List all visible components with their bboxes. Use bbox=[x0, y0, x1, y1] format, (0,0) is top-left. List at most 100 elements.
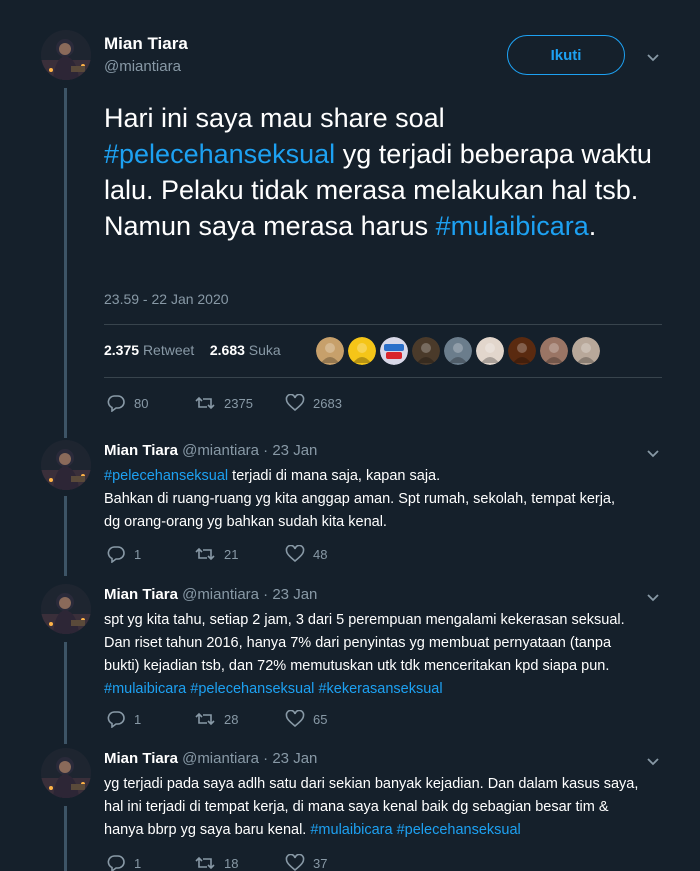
like-button[interactable]: 65 bbox=[285, 710, 327, 728]
retweet-button[interactable]: 21 bbox=[194, 545, 238, 563]
retweet-icon bbox=[195, 712, 215, 726]
hashtag-link[interactable]: #pelecehanseksual bbox=[190, 681, 314, 697]
liker-avatar[interactable] bbox=[540, 337, 568, 365]
hashtag-link[interactable]: #mulaibicara bbox=[436, 211, 589, 241]
reply-button[interactable]: 1 bbox=[106, 710, 141, 728]
reply-button[interactable]: 1 bbox=[106, 545, 141, 563]
tweet-text-segment: dg orang-orang yg bahkan sudah kita kena… bbox=[104, 514, 387, 530]
retweet-icon bbox=[195, 547, 215, 561]
reply-button[interactable]: 80 bbox=[106, 394, 148, 412]
tweet-timestamp[interactable]: 23.59 - 22 Jan 2020 bbox=[104, 291, 229, 307]
author-name[interactable]: Mian Tiara bbox=[104, 442, 178, 459]
liker-avatar[interactable] bbox=[476, 337, 504, 365]
hashtag-link[interactable]: #pelecehanseksual bbox=[104, 468, 228, 484]
reply-header: Mian Tiara @miantiara · 23 Jan bbox=[104, 586, 317, 603]
tweet-text-segment: . bbox=[588, 211, 597, 241]
reply-button[interactable]: 1 bbox=[106, 854, 141, 871]
tweet-text-line: #pelecehanseksual terjadi di mana saja, … bbox=[104, 465, 674, 488]
author-meta[interactable]: @miantiara · 23 Jan bbox=[178, 442, 317, 459]
author-name[interactable]: Mian Tiara bbox=[104, 34, 188, 54]
reply-icon bbox=[107, 855, 125, 871]
retweet-count[interactable]: 2.375 bbox=[104, 342, 139, 358]
avatar[interactable] bbox=[41, 584, 91, 634]
like-button[interactable]: 48 bbox=[285, 545, 327, 563]
tweet-text-segment: yg terjadi pada saya adlh satu dari seki… bbox=[104, 776, 639, 792]
chevron-down-icon[interactable] bbox=[645, 49, 661, 65]
liker-avatar[interactable] bbox=[412, 337, 440, 365]
tweet-text-segment: bukti) kejadian tsb, dan 72% memutuskan … bbox=[104, 658, 610, 674]
likers-row bbox=[316, 337, 600, 365]
thread-line bbox=[64, 496, 67, 576]
tweet-text-line: Dan riset tahun 2016, hanya 7% dari peny… bbox=[104, 632, 674, 655]
retweet-button[interactable]: 2375 bbox=[194, 394, 253, 412]
tweet-text: #pelecehanseksual terjadi di mana saja, … bbox=[104, 465, 674, 534]
tweet-text-segment: hanya bbrp yg saya baru kenal. bbox=[104, 822, 311, 838]
reply-header: Mian Tiara @miantiara · 23 Jan bbox=[104, 442, 317, 459]
retweet-label[interactable]: Retweet bbox=[143, 342, 194, 358]
tweet-text-line: hal ini terjadi di tempat kerja, di mana… bbox=[104, 796, 674, 819]
heart-icon bbox=[285, 710, 305, 728]
tweet-text-segment: Hari ini saya mau share soal bbox=[104, 103, 445, 133]
liker-avatar[interactable] bbox=[348, 337, 376, 365]
reply-count: 1 bbox=[134, 546, 142, 562]
like-count[interactable]: 2.683 bbox=[210, 342, 245, 358]
thread-line bbox=[64, 642, 67, 744]
chevron-down-icon[interactable] bbox=[645, 589, 661, 605]
tweet-text-line: hanya bbrp yg saya baru kenal. #mulaibic… bbox=[104, 819, 674, 842]
avatar[interactable] bbox=[41, 30, 91, 80]
follow-button[interactable]: Ikuti bbox=[507, 35, 625, 75]
reply-icon bbox=[107, 395, 125, 412]
thread-line bbox=[64, 88, 67, 438]
heart-icon bbox=[285, 854, 305, 871]
retweet-count: 21 bbox=[224, 546, 239, 562]
hashtag-link[interactable]: #kekerasanseksual bbox=[318, 681, 442, 697]
reply-icon bbox=[107, 546, 125, 563]
liker-avatar[interactable] bbox=[572, 337, 600, 365]
like-label[interactable]: Suka bbox=[249, 342, 281, 358]
engagement-stats: 2.375 Retweet 2.683 Suka bbox=[104, 342, 281, 358]
reply-icon bbox=[107, 711, 125, 728]
like-count-action: 2683 bbox=[313, 395, 342, 411]
like-button[interactable]: 37 bbox=[285, 854, 327, 871]
hashtag-link[interactable]: #mulaibicara bbox=[310, 822, 392, 838]
divider bbox=[104, 324, 662, 325]
heart-icon bbox=[285, 545, 305, 563]
liker-avatar[interactable] bbox=[444, 337, 472, 365]
hashtag-link[interactable]: #mulaibicara bbox=[104, 681, 186, 697]
author-meta[interactable]: @miantiara · 23 Jan bbox=[178, 586, 317, 603]
retweet-button[interactable]: 28 bbox=[194, 710, 238, 728]
reply-count: 1 bbox=[134, 855, 142, 871]
heart-icon bbox=[285, 394, 305, 412]
author-name[interactable]: Mian Tiara bbox=[104, 586, 178, 603]
retweet-icon bbox=[195, 856, 215, 870]
tweet-text-line: dg orang-orang yg bahkan sudah kita kena… bbox=[104, 511, 674, 534]
hashtag-link[interactable]: #pelecehanseksual bbox=[397, 822, 521, 838]
chevron-down-icon[interactable] bbox=[645, 753, 661, 769]
author-name[interactable]: Mian Tiara bbox=[104, 750, 178, 767]
tweet-text-segment: spt yg kita tahu, setiap 2 jam, 3 dari 5… bbox=[104, 612, 625, 628]
tweet-text: spt yg kita tahu, setiap 2 jam, 3 dari 5… bbox=[104, 609, 674, 701]
like-count: 48 bbox=[313, 546, 328, 562]
tweet-text-segment: Dan riset tahun 2016, hanya 7% dari peny… bbox=[104, 635, 612, 651]
like-button[interactable]: 2683 bbox=[285, 394, 342, 412]
thread-line bbox=[64, 806, 67, 871]
author-handle[interactable]: @miantiara bbox=[104, 58, 181, 75]
tweet-text-line: yg terjadi pada saya adlh satu dari seki… bbox=[104, 773, 674, 796]
hashtag-link[interactable]: #pelecehanseksual bbox=[104, 139, 335, 169]
tweet-text-line: #mulaibicara #pelecehanseksual #kekerasa… bbox=[104, 678, 674, 701]
tweet-text-segment: hal ini terjadi di tempat kerja, di mana… bbox=[104, 799, 609, 815]
retweet-count-action: 2375 bbox=[224, 395, 253, 411]
tweet-text-segment: Bahkan di ruang-ruang yg kita anggap ama… bbox=[104, 491, 616, 507]
liker-avatar[interactable] bbox=[508, 337, 536, 365]
liker-avatar[interactable] bbox=[316, 337, 344, 365]
author-meta[interactable]: @miantiara · 23 Jan bbox=[178, 750, 317, 767]
tweet-text-line: bukti) kejadian tsb, dan 72% memutuskan … bbox=[104, 655, 674, 678]
chevron-down-icon[interactable] bbox=[645, 445, 661, 461]
reply-count: 1 bbox=[134, 711, 142, 727]
avatar[interactable] bbox=[41, 440, 91, 490]
reply-count: 80 bbox=[134, 395, 149, 411]
avatar[interactable] bbox=[41, 748, 91, 798]
retweet-icon bbox=[195, 396, 215, 410]
detik-hot-logo[interactable] bbox=[380, 337, 408, 365]
retweet-button[interactable]: 18 bbox=[194, 854, 238, 871]
